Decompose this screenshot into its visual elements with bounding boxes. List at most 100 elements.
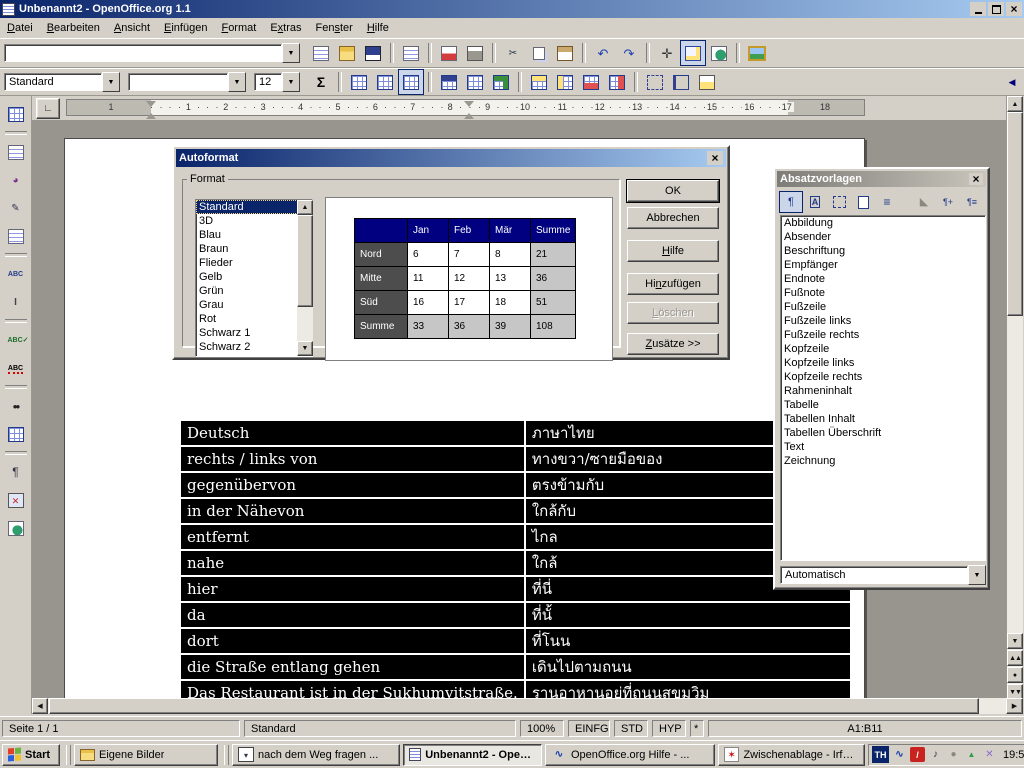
menu-format[interactable]: Format xyxy=(214,20,263,36)
close-button[interactable] xyxy=(1006,2,1022,16)
style-list-item[interactable]: Kopfzeile links xyxy=(781,356,985,370)
sum-button[interactable]: Σ xyxy=(308,70,334,94)
style-filter-dropdown-icon[interactable]: ▼ xyxy=(968,565,986,585)
insert-fields-button[interactable] xyxy=(3,139,29,165)
german-cell[interactable]: in der Nähevon xyxy=(180,498,525,524)
format-scroll-up-icon[interactable]: ▲ xyxy=(297,200,313,215)
border-style-button[interactable] xyxy=(668,69,694,95)
fill-format-button[interactable] xyxy=(912,191,936,213)
format-option[interactable]: Grau xyxy=(196,298,312,312)
font-size-value[interactable]: 12 xyxy=(254,73,282,91)
horizontal-scrollbar[interactable]: ◀ xyxy=(32,698,1006,714)
online-layout-button[interactable] xyxy=(3,515,29,541)
thai-cell[interactable]: รานอาหานอยู่ที่ถนนสุขุมวิม xyxy=(525,680,851,698)
edit-file-button[interactable] xyxy=(398,40,424,66)
stylist-button[interactable] xyxy=(680,40,706,66)
insert-row-button[interactable] xyxy=(526,69,552,95)
autotext-button[interactable] xyxy=(3,261,29,287)
format-option[interactable]: Standard xyxy=(196,200,312,214)
numbering-styles-button[interactable] xyxy=(875,191,899,213)
save-document-button[interactable] xyxy=(360,40,386,66)
german-cell[interactable]: Das Restaurant ist in der Sukhumvitstraß… xyxy=(180,680,525,698)
style-list-item[interactable]: Abbildung xyxy=(781,216,985,230)
ok-button[interactable]: OK xyxy=(627,180,719,202)
german-cell[interactable]: nahe xyxy=(180,550,525,576)
menu-einfuegen[interactable]: Einfügen xyxy=(157,20,214,36)
paste-button[interactable] xyxy=(552,40,578,66)
start-button[interactable]: Start xyxy=(2,744,60,766)
german-cell[interactable]: Deutsch xyxy=(180,420,525,446)
style-list-item[interactable]: Fußzeile xyxy=(781,300,985,314)
format-option[interactable]: Flieder xyxy=(196,256,312,270)
split-cells-button[interactable] xyxy=(372,69,398,95)
german-cell[interactable]: rechts / links von xyxy=(180,446,525,472)
open-document-button[interactable] xyxy=(334,40,360,66)
volume-icon[interactable] xyxy=(928,747,943,762)
borders-button[interactable] xyxy=(642,69,668,95)
delete-row-button[interactable] xyxy=(578,69,604,95)
format-option[interactable]: Schwarz 2 xyxy=(196,340,312,354)
taskbar-grip[interactable] xyxy=(224,745,229,765)
size-combo-dropdown-icon[interactable]: ▼ xyxy=(282,72,300,92)
style-list-item[interactable]: Rahmeninhalt xyxy=(781,384,985,398)
find-replace-button[interactable] xyxy=(3,393,29,419)
insert-table-button[interactable] xyxy=(3,101,29,127)
previous-page-icon[interactable]: ▲▲ xyxy=(1007,650,1023,666)
status-insert-mode[interactable]: EINFG xyxy=(568,720,610,737)
german-cell[interactable]: da xyxy=(180,602,525,628)
task-eigene-bilder[interactable]: Eigene Bilder xyxy=(74,744,218,766)
style-list-item[interactable]: Absender xyxy=(781,230,985,244)
style-list-item[interactable]: Endnote xyxy=(781,272,985,286)
undo-button[interactable] xyxy=(590,40,616,66)
style-list-item[interactable]: Fußnote xyxy=(781,286,985,300)
format-scroll-down-icon[interactable]: ▼ xyxy=(297,341,313,356)
autoformat-button[interactable] xyxy=(488,69,514,95)
document-table[interactable]: Deutschภาษาไทยrechts / links vonทางขวา/ซ… xyxy=(179,419,852,698)
german-cell[interactable]: hier xyxy=(180,576,525,602)
menu-ansicht[interactable]: Ansicht xyxy=(107,20,157,36)
navigation-dot-icon[interactable]: ● xyxy=(1007,667,1023,683)
style-list-item[interactable]: Kopfzeile rechts xyxy=(781,370,985,384)
insert-object-button[interactable] xyxy=(3,167,29,193)
status-selection-mode[interactable]: STD xyxy=(614,720,648,737)
format-option[interactable]: Türkis xyxy=(196,354,312,357)
export-pdf-button[interactable] xyxy=(436,40,462,66)
autospellcheck-button[interactable] xyxy=(3,355,29,381)
spellcheck-button[interactable] xyxy=(3,327,29,353)
menu-extras[interactable]: Extras xyxy=(263,20,308,36)
style-list-item[interactable]: Text xyxy=(781,440,985,454)
thai-cell[interactable]: ที่โนน xyxy=(525,628,851,654)
nonprinting-characters-button[interactable] xyxy=(3,459,29,485)
menu-fenster[interactable]: Fenster xyxy=(309,20,360,36)
scroll-up-icon[interactable]: ▲ xyxy=(1007,96,1023,112)
imaging-icon[interactable] xyxy=(982,747,997,762)
new-style-button[interactable] xyxy=(936,191,960,213)
stylist-close-icon[interactable] xyxy=(969,173,983,185)
frame-styles-button[interactable] xyxy=(827,191,851,213)
updates-icon[interactable] xyxy=(964,747,979,762)
style-filter-value[interactable]: Automatisch xyxy=(780,566,968,584)
abbrechen-button[interactable]: Abbrechen xyxy=(627,207,719,229)
toolbar-more-button[interactable]: ◀ xyxy=(1004,72,1020,92)
style-list-item[interactable]: Empfänger xyxy=(781,258,985,272)
menu-hilfe[interactable]: Hilfe xyxy=(360,20,396,36)
update-style-button[interactable] xyxy=(960,191,984,213)
paragraph-style-value[interactable]: Standard xyxy=(4,73,102,91)
hilfe-button[interactable]: Hilfe xyxy=(627,240,719,262)
data-sources-button[interactable] xyxy=(3,421,29,447)
font-name-value[interactable] xyxy=(128,73,228,91)
thai-cell[interactable]: ที่นั้ xyxy=(525,602,851,628)
task-weg-fragen[interactable]: nach dem Weg fragen ... xyxy=(232,744,400,766)
format-option[interactable]: Rot xyxy=(196,312,312,326)
form-functions-button[interactable] xyxy=(3,223,29,249)
format-list[interactable]: Standard3DBlauBraunFliederGelbGrünGrauRo… xyxy=(195,199,313,357)
style-filter-combo[interactable]: Automatisch ▼ xyxy=(780,565,986,585)
style-list-item[interactable]: Tabellen Inhalt xyxy=(781,412,985,426)
style-combo-dropdown-icon[interactable]: ▼ xyxy=(102,72,120,92)
font-name-combo[interactable]: ▼ xyxy=(128,72,246,92)
trackball-icon[interactable] xyxy=(946,747,961,762)
status-zoom[interactable]: 100% xyxy=(520,720,564,737)
scroll-left-icon[interactable]: ◀ xyxy=(32,698,48,714)
copy-button[interactable] xyxy=(526,40,552,66)
format-option[interactable]: 3D xyxy=(196,214,312,228)
